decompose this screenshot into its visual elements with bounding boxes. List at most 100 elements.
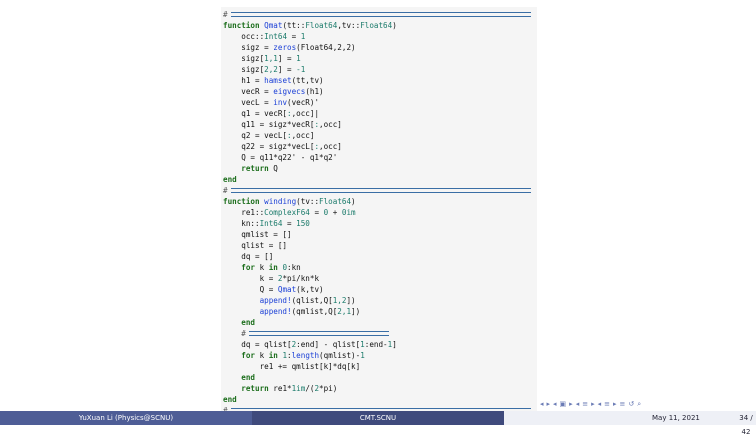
code-token: 1 [360, 351, 365, 360]
code-token: function [223, 197, 265, 206]
code-token: 2,2 [264, 65, 278, 74]
code-token: append! [223, 296, 292, 305]
code-token: vecR = [223, 87, 274, 96]
code-line-qlist: qlist = [] [223, 240, 287, 251]
code-token: 2,1 [337, 307, 352, 316]
slide-footer: YuXuan Li (Physics@SCNU) CMT.SCNU May 11… [0, 411, 756, 436]
nav-control-icon[interactable]: ◂ [553, 399, 557, 409]
code-token: :kn [287, 263, 301, 272]
nav-control-icon[interactable]: ▸ [547, 399, 551, 409]
code-token: h1 = [223, 76, 265, 85]
nav-control-icon[interactable]: ≡ [582, 399, 588, 409]
nav-control-icon[interactable]: ▸ [613, 399, 617, 409]
code-token: sigz[ [223, 65, 265, 74]
code-token: (tt,tv) [291, 76, 324, 85]
code-token: 1 [300, 32, 306, 41]
nav-control-icon[interactable]: ▸ [569, 399, 573, 409]
code-line-end-for-1: end [223, 317, 255, 328]
code-token: Float64 [305, 21, 338, 30]
code-line-qmat-def: function Qmat(tt::Float64,tv::Float64) [223, 20, 397, 31]
code-token: ]) [346, 296, 356, 305]
code-token: ) [392, 21, 397, 30]
code-line-vecR: vecR = eigvecs(h1) [223, 86, 324, 97]
comment-rule [231, 188, 531, 193]
code-token: (qlist,Q[ [291, 296, 333, 305]
code-line-return-Q: return Q [223, 163, 278, 174]
nav-control-icon[interactable]: ≡ [620, 399, 626, 409]
code-line-winding-def: function winding(tv::Float64) [223, 196, 356, 207]
code-line-k-assign: k = 2*pi/kn*k [223, 273, 319, 284]
nav-control-icon[interactable]: ▣ [560, 399, 567, 409]
code-token: append! [223, 307, 292, 316]
code-token: return [223, 164, 274, 173]
code-token: (tt:: [282, 21, 306, 30]
code-token: ,occ]| [291, 109, 320, 118]
code-token: Int64 [264, 32, 288, 41]
code-token: # [223, 10, 228, 19]
code-line-end-for-2: end [223, 372, 255, 383]
code-token: ]) [351, 307, 361, 316]
nav-control-icon[interactable]: ▸ [591, 399, 595, 409]
comment-rule [231, 12, 531, 17]
code-token: *pi/kn*k [282, 274, 320, 283]
comment-line-1: # [223, 9, 228, 20]
beamer-navigation-controls[interactable]: ◂ ▸ ◂ ▣ ▸ ◂ ≡ ▸ ◂ ≡ ▸ ≡ ↺ ⌕ [540, 399, 644, 409]
code-token: q1 = vecR[ [223, 109, 288, 118]
code-token: 0im [341, 208, 356, 217]
code-token: + [328, 208, 342, 217]
code-line-kn: kn::Int64 = 150 [223, 218, 310, 229]
code-token: (qmlist,Q[ [291, 307, 338, 316]
code-token: (qmlist)- [319, 351, 361, 360]
code-token: qlist = [] [223, 241, 288, 250]
code-token: re1 += qmlist[k]*dq[k] [223, 362, 361, 371]
code-token: (k,tv) [296, 285, 324, 294]
code-listing: # function Qmat(tt::Float64,tv::Float64) … [221, 7, 537, 411]
code-line-vecL: vecL = inv(vecR)' [223, 97, 319, 108]
code-token: Float64 [360, 21, 393, 30]
code-token: ,tv:: [337, 21, 361, 30]
nav-control-icon[interactable]: ◂ [598, 399, 602, 409]
code-token: 150 [296, 219, 310, 228]
code-token: re1* [273, 384, 292, 393]
code-token: ) [351, 197, 356, 206]
code-token: # [223, 329, 246, 338]
code-token: (h1) [305, 87, 324, 96]
code-token: ,occ] [319, 142, 342, 151]
code-line-q22: q22 = sigz*vecL[:,occ] [223, 141, 342, 152]
code-token: length [291, 351, 320, 360]
code-token: function [223, 21, 265, 30]
nav-control-icon[interactable]: ◂ [540, 399, 544, 409]
code-token: k [259, 263, 269, 272]
code-token: Q = [223, 285, 278, 294]
code-token: = [282, 219, 297, 228]
code-token: k [259, 351, 269, 360]
code-line-append-qlist: append!(qlist,Q[1,2]) [223, 295, 356, 306]
footer-author: YuXuan Li (Physics@SCNU) [0, 411, 252, 425]
code-line-sigz11: sigz[1,1] = 1 [223, 53, 300, 64]
code-token: vecL = [223, 98, 274, 107]
footer-right: May 11, 2021 34 / 42 [504, 411, 756, 436]
code-token: end [223, 395, 237, 404]
nav-control-icon[interactable]: ↺ [628, 399, 634, 409]
nav-control-icon[interactable]: ⌕ [637, 399, 641, 409]
code-token: for [223, 351, 260, 360]
code-token: Int64 [259, 219, 283, 228]
code-token: ] [392, 340, 397, 349]
code-token: ] = [277, 54, 297, 63]
code-token: sigz = [223, 43, 274, 52]
code-token: Float64 [319, 197, 352, 206]
code-line-re1-accum: re1 += qmlist[k]*dq[k] [223, 361, 361, 372]
code-token: end [223, 318, 256, 327]
code-token: return [223, 384, 274, 393]
code-token: ,occ] [319, 120, 342, 129]
code-line-for-length: for k in 1:length(qmlist)-1 [223, 350, 365, 361]
nav-control-icon[interactable]: ◂ [576, 399, 580, 409]
code-line-sigz: sigz = zeros(Float64,2,2) [223, 42, 355, 53]
code-token: = [287, 32, 301, 41]
code-line-end-2: end [223, 394, 237, 405]
code-token: eigvecs [273, 87, 306, 96]
nav-control-icon[interactable]: ≡ [604, 399, 610, 409]
footer-date: May 11, 2021 [652, 414, 700, 422]
code-token: for [223, 263, 260, 272]
code-token: # [223, 186, 228, 195]
